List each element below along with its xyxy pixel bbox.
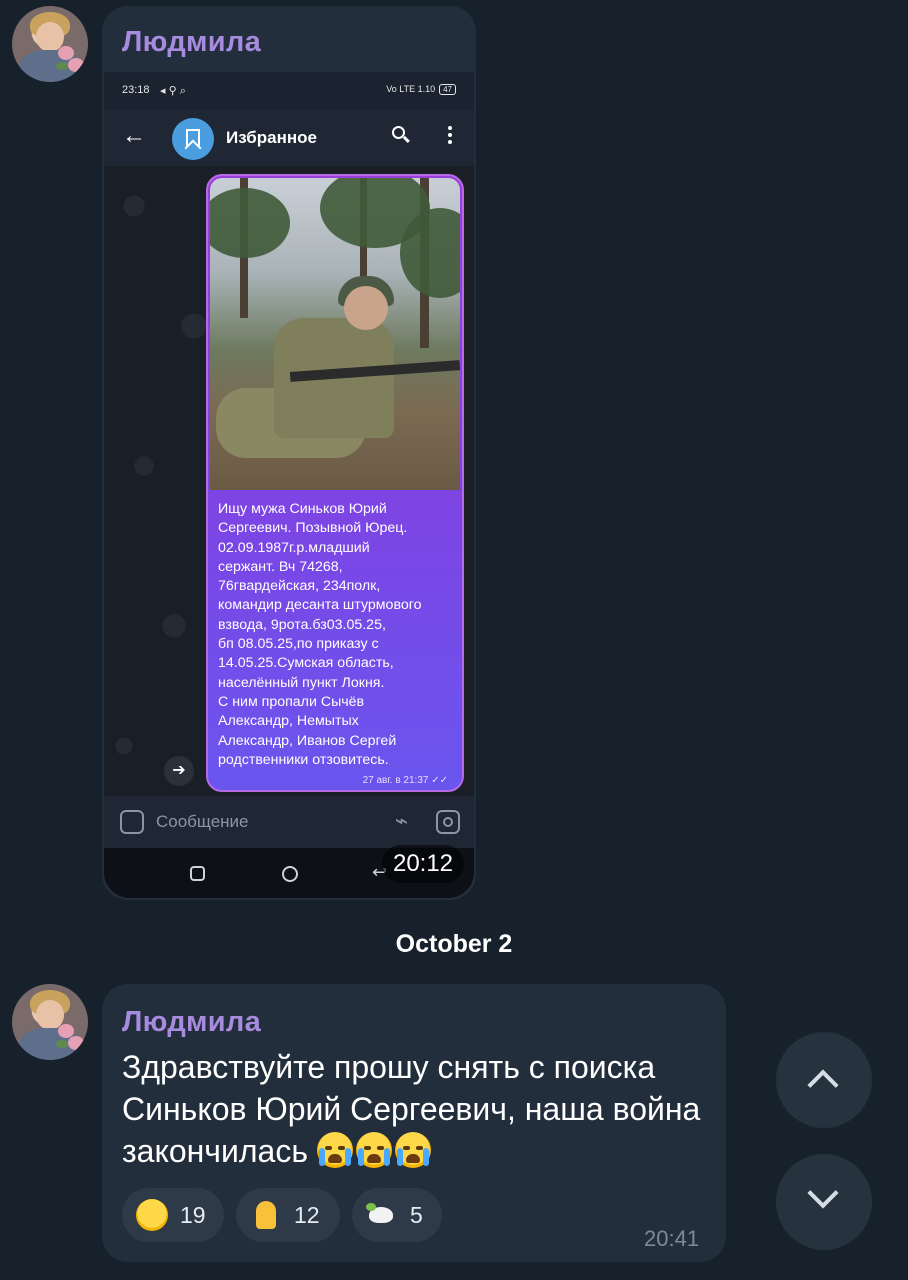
- dove-icon: [366, 1199, 398, 1231]
- reaction-dove[interactable]: 5: [352, 1188, 442, 1242]
- scroll-down-button[interactable]: [776, 1154, 872, 1250]
- sender-name[interactable]: Людмила: [122, 26, 261, 59]
- phone-message-time: 27 авг. в 21:37 ✓✓: [362, 775, 448, 786]
- phone-input-placeholder: Сообщение: [156, 812, 249, 831]
- scroll-up-button[interactable]: [776, 1032, 872, 1128]
- phone-message-bubble: Ищу мужа Синьков Юрий Сергеевич. Позывно…: [206, 174, 464, 792]
- message-time: 20:12: [382, 845, 464, 883]
- camera-icon: [436, 810, 460, 834]
- phone-status-bar: 23:18 ◂ ⚲ ⌕ Vo LTE 1.10 47: [104, 72, 474, 110]
- crying-face-icon: [136, 1199, 168, 1231]
- reaction-pray[interactable]: 12: [236, 1188, 340, 1242]
- loudly-crying-face-icon: [355, 1132, 392, 1168]
- attach-icon: ⌁: [394, 808, 408, 833]
- phone-input-bar: Сообщение ⌁: [104, 796, 474, 848]
- sender-avatar[interactable]: [12, 6, 88, 82]
- back-arrow-icon: ←: [122, 122, 146, 149]
- recents-icon: [190, 866, 205, 881]
- phone-chat-title: Избранное: [226, 128, 317, 147]
- message-time: 20:41: [644, 1226, 700, 1251]
- date-separator: October 2: [395, 930, 513, 958]
- reaction-count: 5: [410, 1202, 423, 1228]
- chevron-up-icon: [807, 1069, 839, 1101]
- bookmark-icon: [172, 118, 214, 160]
- reaction-count: 12: [294, 1202, 320, 1228]
- reaction-crying[interactable]: 19: [122, 1188, 224, 1242]
- status-icons: ◂ ⚲ ⌕: [160, 85, 186, 97]
- folded-hands-icon: [250, 1199, 282, 1231]
- home-icon: [282, 866, 298, 882]
- message-text[interactable]: Здравствуйте прошу снять с поиска Синько…: [122, 1046, 712, 1172]
- reaction-count: 19: [180, 1202, 206, 1228]
- more-icon: [448, 126, 452, 146]
- battery-icon: 47: [439, 84, 456, 95]
- chevron-down-icon: [807, 1177, 839, 1209]
- search-icon: [392, 126, 410, 144]
- loudly-crying-face-icon: [394, 1132, 431, 1168]
- phone-chat-area: Ищу мужа Синьков Юрий Сергеевич. Позывно…: [104, 166, 474, 796]
- loudly-crying-face-icon: [316, 1132, 353, 1168]
- phone-message-text: Ищу мужа Синьков Юрий Сергеевич. Позывно…: [218, 501, 422, 768]
- sender-avatar[interactable]: [12, 984, 88, 1060]
- sender-name[interactable]: Людмила: [122, 1006, 261, 1039]
- status-time: 23:18: [122, 84, 150, 96]
- screenshot-image[interactable]: 23:18 ◂ ⚲ ⌕ Vo LTE 1.10 47 ← Избранное И…: [104, 72, 474, 898]
- phone-chat-header: ← Избранное: [104, 110, 474, 166]
- forward-icon: ➔: [164, 756, 194, 786]
- status-signal: Vo LTE 1.10 47: [386, 84, 456, 95]
- soldier-photo: [210, 178, 460, 490]
- sticker-icon: [120, 810, 144, 834]
